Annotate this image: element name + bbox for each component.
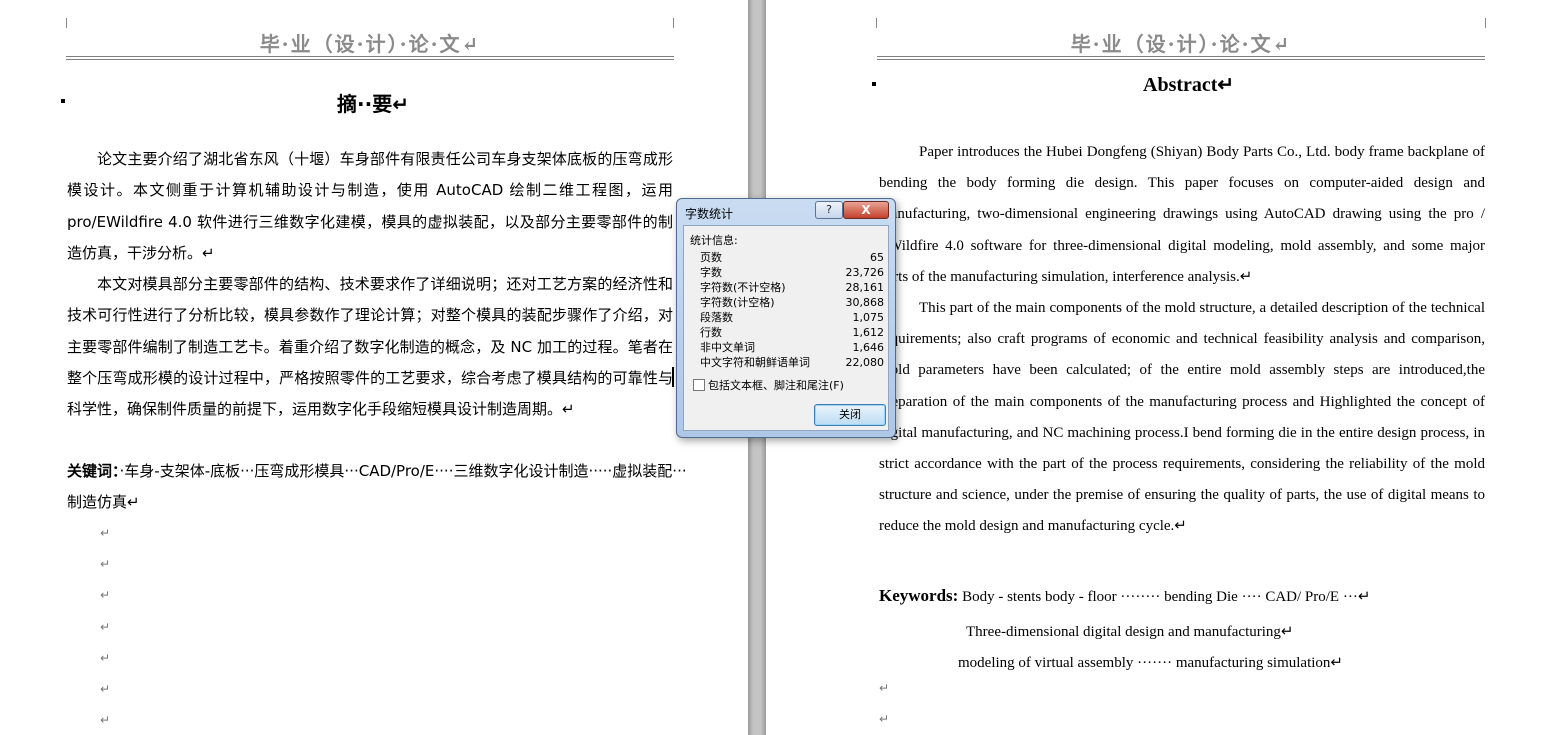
include-textboxes-checkbox[interactable]	[693, 379, 705, 391]
dialog-content: 统计信息: 页数 65 字数 23,726 字符数(不计空格) 28,161 字符数(…	[683, 225, 889, 431]
abstract-paragraph: Paper introduces the Hubei Dongfeng (Shi…	[879, 144, 1485, 285]
header-rule	[877, 59, 1485, 60]
dialog-close-button[interactable]: X	[843, 201, 889, 219]
text-cursor	[672, 367, 674, 387]
abstract-paragraph: This part of the main components of the …	[879, 300, 1485, 535]
paragraph-mark	[61, 99, 65, 103]
abstract-body-cn[interactable]: 论文主要介绍了湖北省东风（十堰）车身部件有限责任公司车身支架体底板的压弯成形模设…	[67, 144, 673, 426]
empty-paragraph-marks: ↵ ↵ ↵ ↵ ↵ ↵ ↵	[100, 526, 111, 728]
include-textboxes-label[interactable]: 包括文本框、脚注和尾注(F)	[708, 377, 844, 393]
abstract-title-en: Abstract↵	[1143, 74, 1235, 96]
abstract-body-en[interactable]: Paper introduces the Hubei Dongfeng (Shi…	[879, 137, 1485, 543]
stat-row: 字符数(计空格) 30,868	[700, 296, 884, 309]
stat-row: 字数 23,726	[700, 266, 884, 279]
keywords-text: Body - stents body - floor ········ bend…	[958, 589, 1371, 605]
header-rule	[66, 59, 674, 60]
keywords-label: 关键词：	[67, 462, 120, 480]
abstract-title-cn: 摘··要↵	[337, 92, 409, 116]
keywords-line: modeling of virtual assembly ······· man…	[958, 655, 1343, 671]
document-page-left[interactable]: 毕·业（设·计）·论·文↵ 摘··要↵ 论文主要介绍了湖北省东风（十堰）车身部件…	[0, 0, 748, 735]
close-button[interactable]: 关闭	[814, 404, 886, 426]
header-rule	[66, 56, 674, 57]
keywords-line: Three-dimensional digital design and man…	[966, 624, 1294, 640]
stat-row: 段落数 1,075	[700, 311, 884, 324]
keywords-en: Keywords: Body - stents body - floor ···…	[879, 579, 1485, 614]
stat-row: 中文字符和朝鲜语单词 22,080	[700, 356, 884, 369]
stat-row: 非中文单词 1,646	[700, 341, 884, 354]
abstract-paragraph: 本文对模具部分主要零部件的结构、技术要求作了详细说明；还对工艺方案的经济性和技术…	[67, 275, 673, 419]
page-header-title: 毕·业（设·计）·论·文↵	[1070, 32, 1292, 56]
word-count-dialog[interactable]: 字数统计 ? X 统计信息: 页数 65 字数 23,726 字符数(不计空格) 28…	[676, 198, 896, 438]
statistics-heading: 统计信息:	[690, 234, 738, 247]
keywords-cn: 关键词：·车身-支架体-底板···压弯成形模具···CAD/Pro/E····三…	[67, 456, 697, 518]
page-corner-mark	[876, 18, 877, 28]
keywords-text: ·车身-支架体-底板···压弯成形模具···CAD/Pro/E····三维数字化…	[67, 462, 687, 511]
stat-row: 行数 1,612	[700, 326, 884, 339]
abstract-paragraph: 论文主要介绍了湖北省东风（十堰）车身部件有限责任公司车身支架体底板的压弯成形模设…	[67, 150, 673, 262]
page-corner-mark	[673, 18, 674, 28]
paragraph-mark	[872, 82, 876, 86]
empty-paragraph-marks: ↵ ↵	[879, 681, 890, 727]
keywords-label: Keywords:	[879, 586, 959, 605]
page-corner-mark	[1485, 18, 1486, 28]
page-corner-mark	[66, 18, 67, 28]
stat-row: 字符数(不计空格) 28,161	[700, 281, 884, 294]
stat-row: 页数 65	[700, 251, 884, 264]
dialog-title: 字数统计	[685, 207, 734, 221]
header-rule	[877, 56, 1485, 57]
help-button[interactable]: ?	[815, 201, 843, 219]
page-header-title: 毕·业（设·计）·论·文↵	[259, 32, 481, 56]
